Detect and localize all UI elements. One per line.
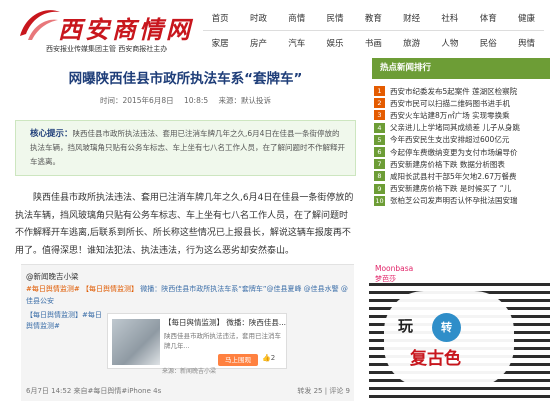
card-description: 陕西佳县市政所执法违法，套用已注消车牌几年... — [164, 332, 281, 350]
nav-item[interactable]: 娱乐 — [316, 37, 354, 49]
nav-item[interactable]: 教育 — [354, 12, 392, 24]
logo-text: 西安商情网 — [58, 15, 193, 44]
nav-item[interactable]: 社科 — [431, 12, 469, 24]
nav-item[interactable]: 民俗 — [469, 37, 507, 49]
nav-item[interactable]: 旅游 — [392, 37, 430, 49]
ad-retro-text: 复古色 — [410, 349, 461, 369]
hot-news-link[interactable]: 今年西安民生支出安排超过600亿元 — [390, 134, 509, 145]
ad-banner[interactable]: Moonbasa 梦芭莎 玩 转 复古色 — [369, 262, 550, 401]
hot-news-title: 热点新闻排行 — [372, 58, 550, 79]
hot-news-rank: 7 — [374, 159, 385, 170]
hot-news-link[interactable]: 西安市民可以扫描二维码图书进手机 — [390, 98, 510, 109]
hot-news-item[interactable]: 5 今年西安民生支出安排超过600亿元 — [372, 134, 550, 146]
weibo-embed: @新闻晚吉小梁 #每日舆情监测# 【每日舆情监测】 微播：陕西佳县市政所执法车系… — [21, 264, 354, 401]
weibo-stats[interactable]: 转发 25 | 评论 9 — [297, 386, 350, 396]
article-title: 网曝陕西佳县市政所执法车系“套牌车” — [68, 71, 303, 87]
weibo-footer: 6月7日 14:52 来自#每日舆情#iPhone 4s 转发 25 | 评论 … — [26, 386, 350, 396]
watch-now-button[interactable]: 马上围观 — [218, 354, 258, 366]
hot-news-list: 1 西安市纪委发布5起案件 莲湖区检察院 2 西安市民可以扫描二维码图书进手机 3 西安火… — [372, 85, 550, 207]
weibo-share-card[interactable]: 【每日舆情监测】 微播：陕西佳县... 陕西佳县市政所执法违法，套用已注消车牌几… — [107, 313, 287, 375]
hot-news-item[interactable]: 3 西安火车站建8万㎡广场 实现零换乘 — [372, 109, 550, 121]
card-title: 【每日舆情监测】 微播：陕西佳县... — [164, 318, 287, 327]
hot-news-item[interactable]: 6 今起停车费缴纳变更为支付市场编导价 — [372, 146, 550, 158]
nav-item[interactable]: 人物 — [431, 37, 469, 49]
article-main: 网曝陕西佳县市政所执法车系“套牌车” 时间：2015年6月8日 10:8:5 来… — [15, 58, 356, 260]
main-nav: 首页 时政 商情 民情 教育 财经 社科 体育 健康 家居 房产 汽车 娱乐 书画 旅游 人物 民俗 舆情 — [201, 6, 546, 55]
hot-news-rank: 2 — [374, 98, 385, 109]
hot-news-item[interactable]: 10 张柏芝公司发声明否认怀孕批法国安瑞 — [372, 195, 550, 207]
nav-item[interactable]: 家居 — [201, 37, 239, 49]
nav-item[interactable]: 民情 — [316, 12, 354, 24]
weibo-tags[interactable]: #每日舆情监测# 【每日舆情监测】 — [26, 285, 138, 293]
like-count[interactable]: 👍2 — [262, 354, 275, 362]
hot-news-rank: 3 — [374, 110, 385, 121]
article-date: 时间：2015年6月8日 — [99, 96, 174, 105]
article-source: 来源：默认投诉 — [218, 96, 272, 105]
hot-news-sidebar: 热点新闻排行 1 西安市纪委发布5起案件 莲湖区检察院 2 西安市民可以扫描二维码图书… — [372, 58, 550, 207]
nav-row-1: 首页 时政 商情 民情 教育 财经 社科 体育 健康 — [201, 6, 546, 30]
hot-news-rank: 9 — [374, 183, 385, 194]
like-count-value: 2 — [270, 354, 276, 362]
article-summary: 核心提示：陕西佳县市政所执法违法、套用已注消车牌几年之久,6月4日在佳县一条街停… — [15, 120, 356, 176]
article-body: 陕西佳县市政所执法违法、套用已注消车牌几年之久,6月4日在佳县一条街停放的执法车… — [15, 193, 354, 256]
ad-brand: Moonbasa — [375, 264, 414, 273]
nav-item[interactable]: 财经 — [392, 12, 430, 24]
hot-news-link[interactable]: 今起停车费缴纳变更为支付市场编导价 — [390, 147, 518, 158]
hot-news-item[interactable]: 1 西安市纪委发布5起案件 莲湖区检察院 — [372, 85, 550, 97]
hot-news-link[interactable]: 西安市纪委发布5起案件 莲湖区检察院 — [390, 86, 517, 97]
hot-news-rank: 8 — [374, 171, 385, 182]
nav-item[interactable]: 房产 — [239, 37, 277, 49]
ad-play-text: 玩 — [398, 317, 414, 335]
article-time: 10:8:5 — [184, 96, 209, 105]
ad-circle-badge: 转 — [432, 313, 461, 342]
hot-news-item[interactable]: 8 咸阳长武县村干部5年欠地2.67万餐费 — [372, 170, 550, 182]
hot-news-link[interactable]: 咸阳长武县村干部5年欠地2.67万餐费 — [390, 171, 516, 182]
hot-news-rank: 6 — [374, 147, 385, 158]
thumb-up-icon: 👍 — [262, 354, 271, 362]
weibo-post-info: 6月7日 14:52 来自#每日舆情#iPhone 4s — [26, 387, 162, 395]
site-header: 西安商情网 西安报业传媒集团主管 西安商报社主办 首页 时政 商情 民情 教育 财经 社科体… — [0, 0, 550, 56]
hot-news-rank: 10 — [374, 195, 385, 206]
site-logo[interactable]: 西安商情网 西安报业传媒集团主管 西安商报社主办 — [16, 4, 201, 54]
nav-item[interactable]: 汽车 — [278, 37, 316, 49]
hot-news-item[interactable]: 9 西安新建房价格下跌 是时候买了 “儿 — [372, 183, 550, 195]
nav-item[interactable]: 健康 — [507, 12, 545, 24]
ad-brand-cn: 梦芭莎 — [375, 275, 396, 283]
hot-news-item[interactable]: 4 父亲进儿上学堵同其成绩差 儿子从身跳 — [372, 122, 550, 134]
logo-subtitle: 西安报业传媒集团主管 西安商报社主办 — [46, 45, 168, 53]
hot-news-item[interactable]: 2 西安市民可以扫描二维码图书进手机 — [372, 97, 550, 109]
nav-item[interactable]: 时政 — [239, 12, 277, 24]
hot-news-link[interactable]: 父亲进儿上学堵同其成绩差 儿子从身跳 — [390, 122, 520, 133]
article-meta: 时间：2015年6月8日 10:8:5 来源：默认投诉 — [15, 95, 356, 106]
nav-item[interactable]: 书画 — [354, 37, 392, 49]
weibo-tag-fragment[interactable]: 【每日舆情监测】#每日舆情监测# — [26, 310, 106, 370]
nav-row-2: 家居 房产 汽车 娱乐 书画 旅游 人物 民俗 舆情 — [201, 31, 546, 55]
nav-item[interactable]: 体育 — [469, 12, 507, 24]
hot-news-rank: 4 — [374, 122, 385, 133]
hot-news-link[interactable]: 西安新建房价格下跌 是时候买了 “儿 — [390, 183, 511, 194]
summary-text: 陕西佳县市政所执法违法、套用已注消车牌几年之久,6月4日在佳县一条街停放的执法车… — [30, 129, 345, 166]
weibo-user[interactable]: @新闻晚吉小梁 — [26, 271, 79, 282]
nav-item[interactable]: 商情 — [278, 12, 316, 24]
card-thumbnail — [112, 319, 160, 365]
hot-news-link[interactable]: 西安火车站建8万㎡广场 实现零换乘 — [390, 110, 510, 121]
nav-item[interactable]: 舆情 — [507, 37, 545, 49]
hot-news-rank: 1 — [374, 86, 385, 97]
logo-swoosh-icon — [20, 10, 60, 40]
nav-item[interactable]: 首页 — [201, 12, 239, 24]
card-origin: 来源：新闻晚吉小梁 — [162, 368, 217, 375]
hot-news-item[interactable]: 7 西安新建房价格下跌 数据分析图表 — [372, 158, 550, 170]
weibo-text: #每日舆情监测# 【每日舆情监测】 微播：陕西佳县市政所执法车系“套牌车”@佳县… — [26, 283, 351, 307]
summary-label: 核心提示： — [30, 129, 73, 139]
hot-news-link[interactable]: 张柏芝公司发声明否认怀孕批法国安瑞 — [390, 195, 518, 206]
hot-news-link[interactable]: 西安新建房价格下跌 数据分析图表 — [390, 159, 505, 170]
hot-news-rank: 5 — [374, 134, 385, 145]
